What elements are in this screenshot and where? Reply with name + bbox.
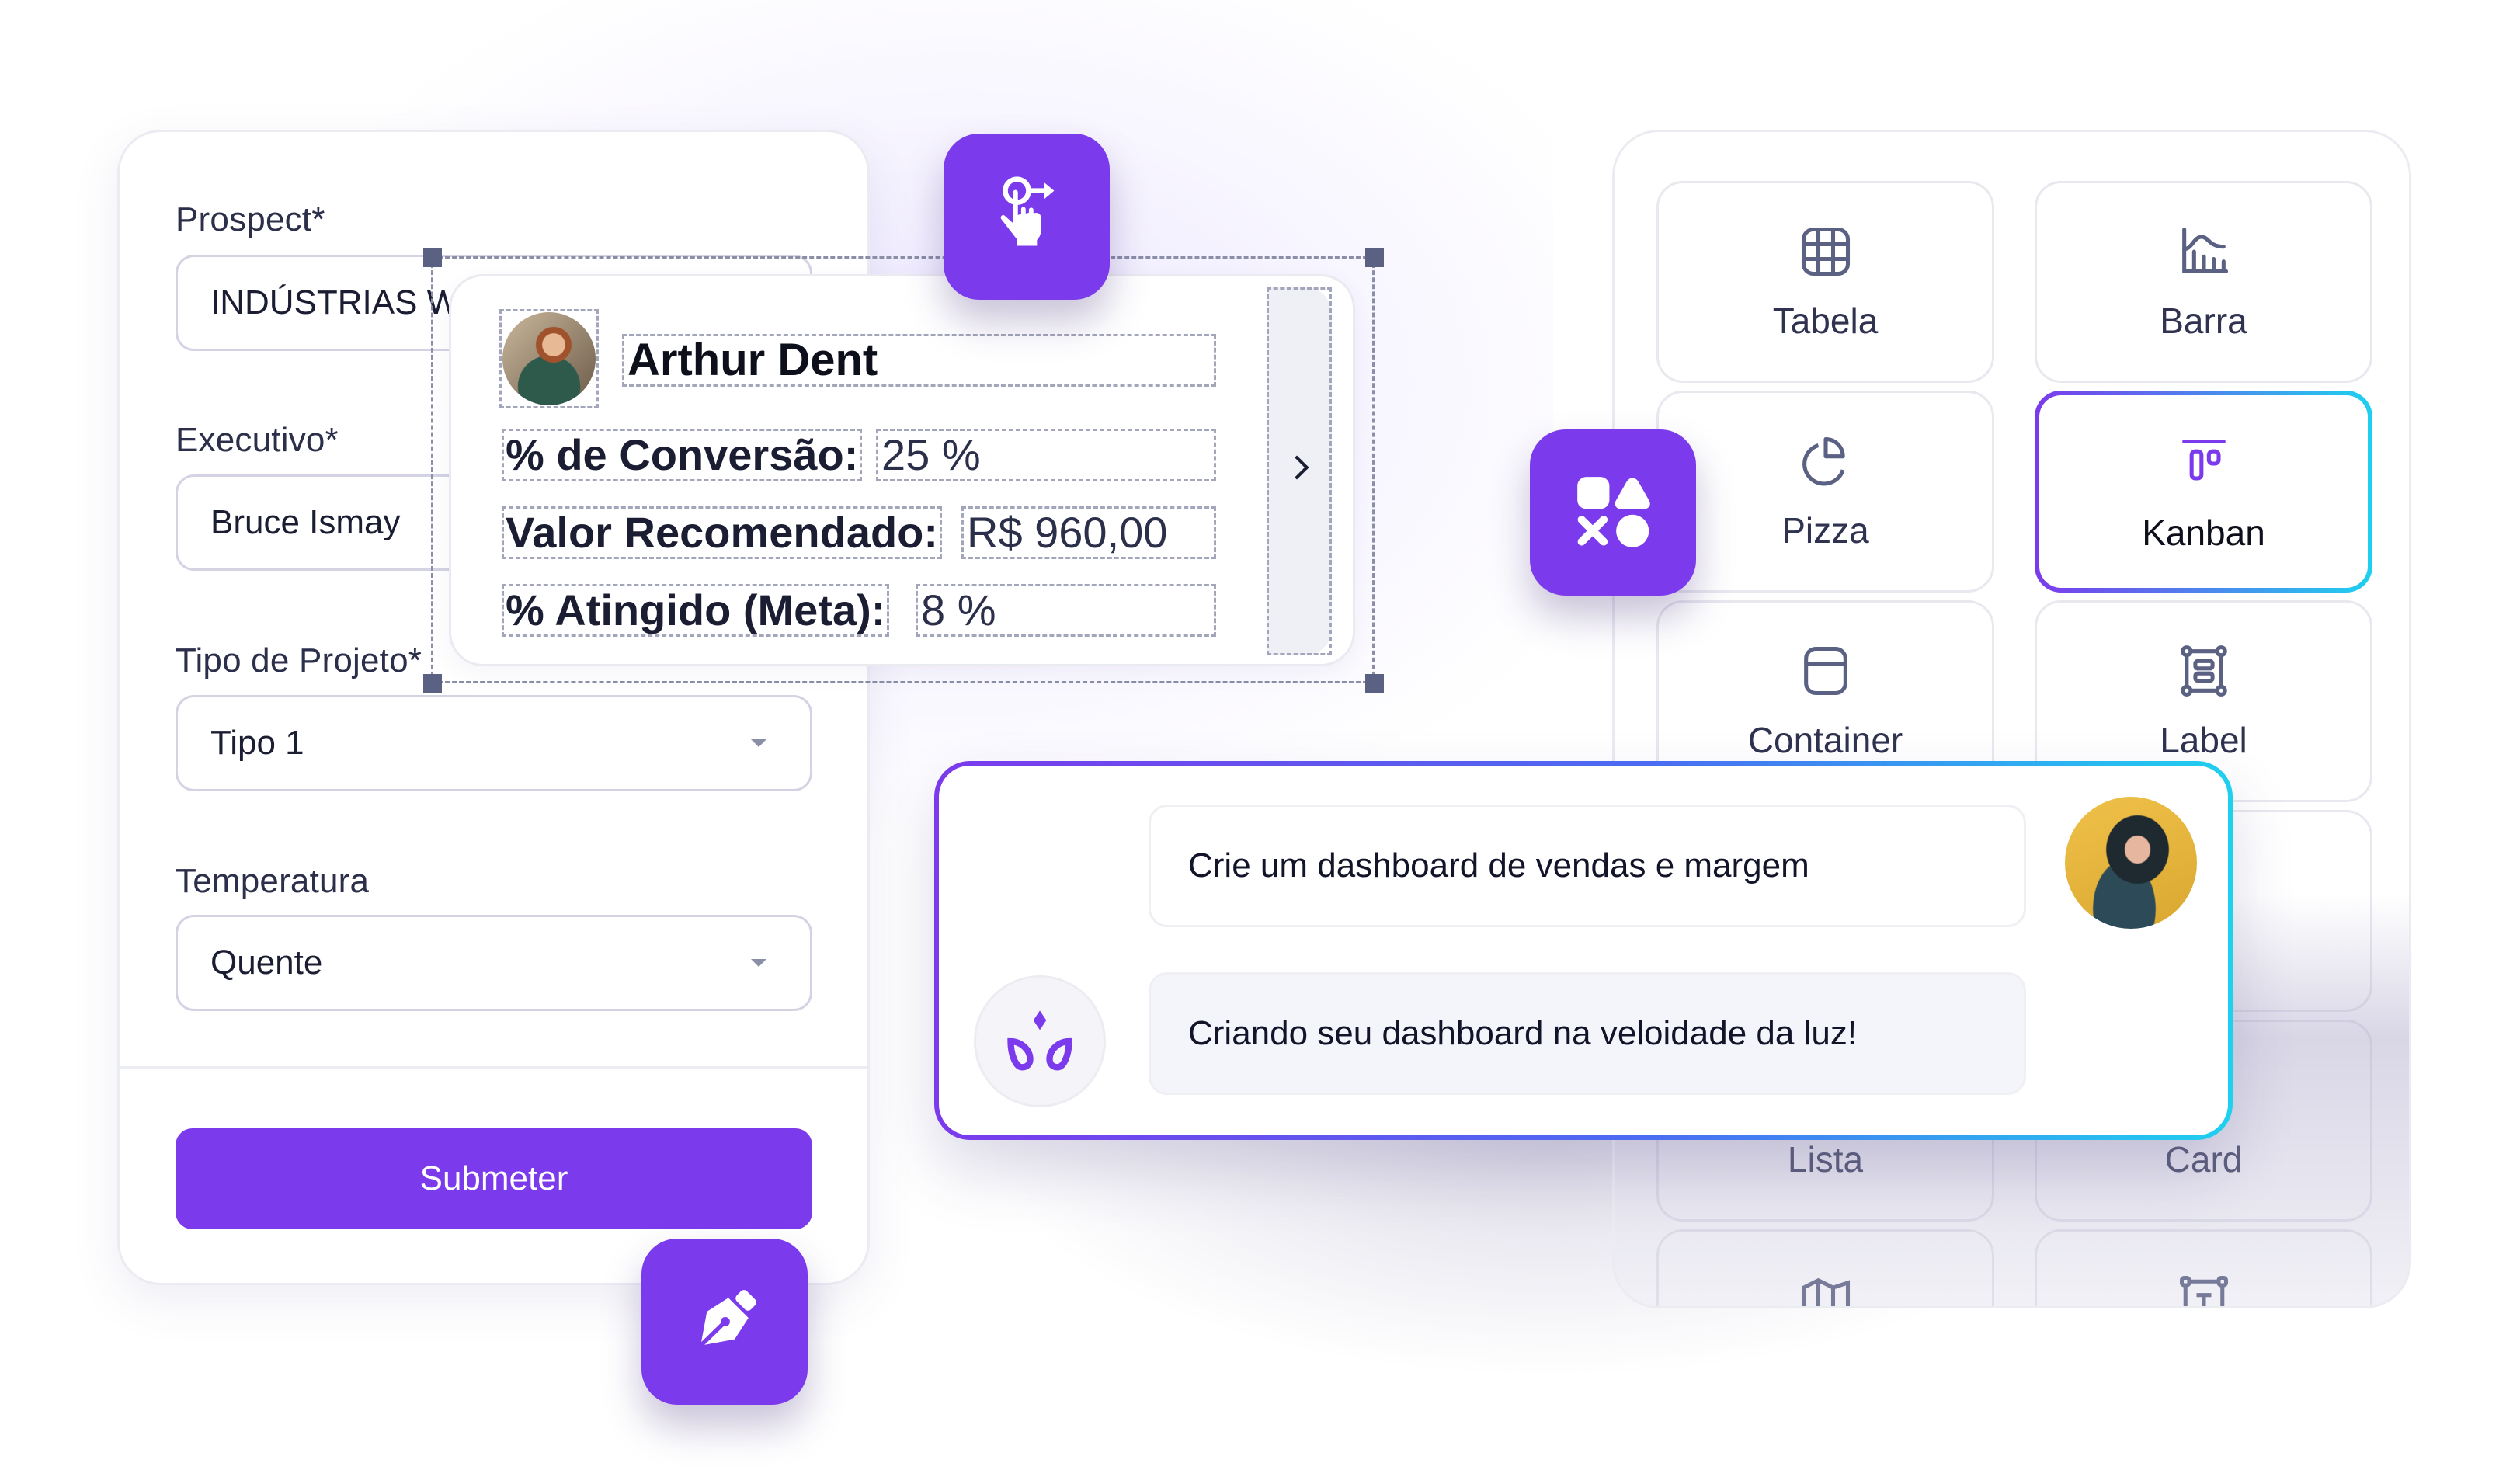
resize-handle-top-right[interactable] [1365, 248, 1384, 267]
component-label: Container [1747, 720, 1903, 760]
component-label: Pizza [1781, 510, 1869, 551]
pie-chart-icon [1802, 436, 1845, 486]
executivo-label: Executivo* [176, 421, 339, 459]
component-pizza[interactable]: Pizza [1656, 391, 1994, 593]
component-label: Label [2160, 720, 2247, 760]
resize-handle-bottom-right[interactable] [1365, 674, 1384, 693]
conversion-value: 25 % [876, 429, 1216, 481]
tipo-projeto-label: Tipo de Projeto* [176, 641, 422, 679]
recommended-value: R$ 960,00 [961, 506, 1216, 559]
prospect-label: Prospect* [176, 200, 325, 238]
bot-avatar [974, 975, 1106, 1107]
component-label: Card [2164, 1139, 2243, 1180]
shapes-icon [1577, 477, 1650, 547]
map-icon [1801, 1277, 1850, 1306]
ai-chat-card: Crie um dashboard de vendas e margem Cri… [934, 761, 2233, 1140]
recommended-value-label: Valor Recomendado: [502, 506, 943, 559]
touch-swipe-icon [1000, 176, 1055, 246]
component-label: Lista [1787, 1139, 1864, 1180]
bot-message: Criando seu dashboard na veloidade da lu… [1149, 972, 2026, 1095]
component-kanban[interactable]: Kanban [2035, 391, 2372, 593]
user-avatar [2065, 797, 2197, 929]
goal-value: 8 % [916, 584, 1216, 637]
component-barra[interactable]: Barra [2035, 181, 2372, 383]
pen-nib-icon [697, 1290, 756, 1349]
conversion-label: % de Conversão: [502, 429, 863, 481]
chevron-down-icon [751, 739, 766, 747]
component-label: Barra [2160, 301, 2247, 341]
temperatura-label: Temperatura [176, 862, 370, 900]
person-name: Arthur Dent [622, 334, 1216, 387]
components-button[interactable] [1530, 429, 1696, 596]
interaction-button[interactable] [944, 134, 1110, 300]
label-icon [2180, 645, 2227, 697]
temperatura-select[interactable]: Quente [176, 915, 812, 1011]
component-text-frame[interactable] [2035, 1229, 2372, 1306]
component-label: Tabela [1772, 301, 1879, 341]
text-frame-icon [2179, 1275, 2228, 1306]
pen-tool-button[interactable] [641, 1239, 808, 1405]
tipo-projeto-value: Tipo 1 [210, 724, 304, 762]
user-message: Crie um dashboard de vendas e margem [1149, 805, 2026, 927]
component-label: Kanban [2142, 513, 2265, 553]
sprout-logo-icon [1007, 1010, 1072, 1071]
chevron-down-icon [751, 959, 766, 967]
table-icon [1801, 227, 1850, 276]
tipo-projeto-select[interactable]: Tipo 1 [176, 695, 812, 791]
component-tabela[interactable]: Tabela [1656, 181, 1994, 383]
person-card[interactable]: Arthur Dent % de Conversão: 25 % Valor R… [449, 274, 1355, 666]
form-divider [120, 1066, 867, 1069]
resize-handle-top-left[interactable] [423, 248, 442, 267]
temperatura-value: Quente [210, 944, 323, 982]
resize-handle-bottom-left[interactable] [423, 674, 442, 693]
bar-chart-icon [2181, 227, 2228, 273]
container-icon [1803, 646, 1847, 696]
component-map[interactable] [1656, 1229, 1994, 1306]
kanban-icon [2181, 439, 2226, 481]
submit-button[interactable]: Submeter [176, 1128, 812, 1229]
goal-label: % Atingido (Meta): [502, 584, 890, 637]
avatar [502, 312, 596, 405]
